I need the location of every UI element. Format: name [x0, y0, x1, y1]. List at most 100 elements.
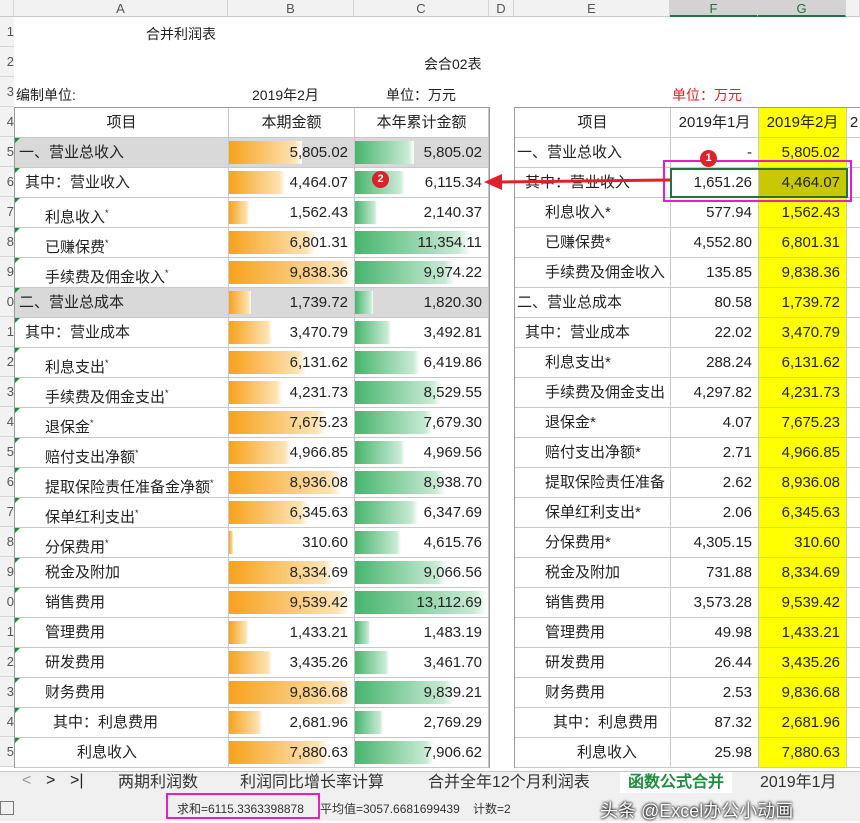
left-row-label[interactable]: 其中：营业成本: [15, 318, 229, 348]
ytd-amount-cell[interactable]: 9,066.56: [355, 558, 489, 588]
ytd-amount-cell[interactable]: 6,347.69: [355, 498, 489, 528]
next-column-cell[interactable]: [847, 408, 860, 438]
column-header-f[interactable]: F: [670, 0, 758, 17]
jan-amount-cell[interactable]: 135.85: [671, 258, 759, 288]
sheet-tab-jan[interactable]: 2019年1月: [760, 772, 837, 793]
feb-amount-cell[interactable]: 6,131.62: [759, 348, 847, 378]
next-column-cell[interactable]: [847, 708, 860, 738]
current-amount-cell[interactable]: 1,562.43: [229, 198, 355, 228]
row-header[interactable]: 4: [0, 707, 14, 737]
right-row-label[interactable]: 其中：利息费用: [515, 708, 671, 738]
left-row-label[interactable]: 管理费用: [15, 618, 229, 648]
current-amount-cell[interactable]: 3,435.26: [229, 648, 355, 678]
right-row-label[interactable]: 手续费及佣金收入: [515, 258, 671, 288]
current-amount-cell[interactable]: 6,801.31: [229, 228, 355, 258]
next-column-cell[interactable]: [847, 618, 860, 648]
ytd-amount-cell[interactable]: 5,805.02: [355, 138, 489, 168]
ytd-amount-cell[interactable]: 13,112.69: [355, 588, 489, 618]
column-header-d[interactable]: D: [489, 0, 514, 17]
left-row-label[interactable]: 研发费用: [15, 648, 229, 678]
current-amount-cell[interactable]: 9,836.68: [229, 678, 355, 708]
ytd-amount-cell[interactable]: 4,615.76: [355, 528, 489, 558]
row-header[interactable]: 1: [0, 317, 14, 347]
jan-amount-cell[interactable]: 49.98: [671, 618, 759, 648]
right-row-label[interactable]: 二、营业总成本: [515, 288, 671, 318]
scroll-tabs-right-icon[interactable]: >: [46, 772, 55, 790]
ytd-amount-cell[interactable]: 3,492.81: [355, 318, 489, 348]
left-row-label[interactable]: 保单红利支出*: [15, 498, 229, 528]
ytd-amount-cell[interactable]: 2,140.37: [355, 198, 489, 228]
row-header[interactable]: 2: [0, 347, 14, 377]
left-row-label[interactable]: 利息收入: [15, 738, 229, 768]
current-amount-cell[interactable]: 310.60: [229, 528, 355, 558]
right-row-label[interactable]: 管理费用: [515, 618, 671, 648]
row-header[interactable]: 3: [0, 377, 14, 407]
macro-record-icon[interactable]: [0, 801, 14, 815]
jan-amount-cell[interactable]: 87.32: [671, 708, 759, 738]
row-header[interactable]: 7: [0, 197, 14, 227]
left-row-label[interactable]: 利息支出*: [15, 348, 229, 378]
row-header[interactable]: 5: [0, 437, 14, 467]
next-column-cell[interactable]: [847, 528, 860, 558]
feb-amount-cell[interactable]: 310.60: [759, 528, 847, 558]
column-header-h[interactable]: [846, 0, 860, 17]
ytd-amount-cell[interactable]: 11,354.11: [355, 228, 489, 258]
row-header[interactable]: 5: [0, 737, 14, 767]
next-column-cell[interactable]: [847, 648, 860, 678]
left-row-label[interactable]: 退保金*: [15, 408, 229, 438]
feb-amount-cell[interactable]: 3,435.26: [759, 648, 847, 678]
current-amount-cell[interactable]: 4,231.73: [229, 378, 355, 408]
left-row-label[interactable]: 已赚保费*: [15, 228, 229, 258]
next-column-cell[interactable]: [847, 378, 860, 408]
left-row-label[interactable]: 财务费用: [15, 678, 229, 708]
jan-amount-cell[interactable]: 2.53: [671, 678, 759, 708]
right-header-item[interactable]: 项目: [515, 108, 671, 138]
right-row-label[interactable]: 其中：营业成本: [515, 318, 671, 348]
sheet-tab-growth-rate[interactable]: 利润同比增长率计算: [240, 772, 384, 793]
select-all-corner[interactable]: [0, 0, 14, 17]
column-header-g[interactable]: G: [758, 0, 846, 17]
right-row-label[interactable]: 利息收入*: [515, 198, 671, 228]
row-header[interactable]: 0: [0, 587, 14, 617]
next-column-cell[interactable]: [847, 588, 860, 618]
current-amount-cell[interactable]: 9,838.36: [229, 258, 355, 288]
current-amount-cell[interactable]: 1,739.72: [229, 288, 355, 318]
next-column-cell[interactable]: [847, 228, 860, 258]
row-header[interactable]: 9: [0, 257, 14, 287]
ytd-amount-cell[interactable]: 9,974.22: [355, 258, 489, 288]
current-amount-cell[interactable]: 9,539.42: [229, 588, 355, 618]
current-amount-cell[interactable]: 3,470.79: [229, 318, 355, 348]
row-header[interactable]: 8: [0, 227, 14, 257]
left-header-current[interactable]: 本期金额: [229, 108, 355, 138]
feb-amount-cell[interactable]: 6,345.63: [759, 498, 847, 528]
right-row-label[interactable]: 税金及附加: [515, 558, 671, 588]
next-column-cell[interactable]: [847, 678, 860, 708]
right-row-label[interactable]: 保单红利支出*: [515, 498, 671, 528]
left-row-label[interactable]: 分保费用*: [15, 528, 229, 558]
feb-amount-cell[interactable]: 4,231.73: [759, 378, 847, 408]
sheet-tab-two-period[interactable]: 两期利润数: [118, 772, 198, 793]
left-row-label[interactable]: 利息收入*: [15, 198, 229, 228]
left-row-label[interactable]: 税金及附加: [15, 558, 229, 588]
current-amount-cell[interactable]: 1,433.21: [229, 618, 355, 648]
left-row-label[interactable]: 其中：利息费用: [15, 708, 229, 738]
feb-amount-cell[interactable]: 1,739.72: [759, 288, 847, 318]
feb-amount-cell[interactable]: 8,936.08: [759, 468, 847, 498]
feb-amount-cell[interactable]: 1,562.43: [759, 198, 847, 228]
next-column-cell[interactable]: [847, 348, 860, 378]
row-header[interactable]: 4: [0, 107, 14, 137]
feb-amount-cell[interactable]: 3,470.79: [759, 318, 847, 348]
left-row-label[interactable]: 赔付支出净额*: [15, 438, 229, 468]
feb-amount-cell[interactable]: 9,539.42: [759, 588, 847, 618]
next-column-cell[interactable]: [847, 738, 860, 768]
feb-amount-cell[interactable]: 7,675.23: [759, 408, 847, 438]
right-row-label[interactable]: 手续费及佣金支出: [515, 378, 671, 408]
feb-amount-cell[interactable]: 9,836.68: [759, 678, 847, 708]
sheet-tab-formula-merge[interactable]: 函数公式合并: [620, 772, 733, 793]
current-amount-cell[interactable]: 2,681.96: [229, 708, 355, 738]
ytd-amount-cell[interactable]: 7,679.30: [355, 408, 489, 438]
next-column-cell[interactable]: [847, 288, 860, 318]
left-row-label[interactable]: 销售费用: [15, 588, 229, 618]
row-header[interactable]: 4: [0, 407, 14, 437]
column-header-c[interactable]: C: [354, 0, 489, 17]
